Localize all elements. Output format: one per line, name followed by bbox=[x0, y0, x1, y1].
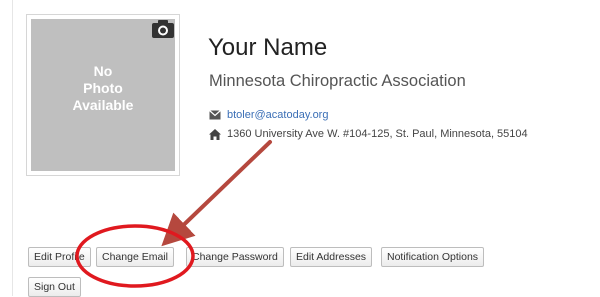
profile-name: Your Name bbox=[208, 34, 328, 61]
address-text: 1360 University Ave W. #104-125, St. Pau… bbox=[227, 128, 528, 140]
change-email-button[interactable]: Change Email bbox=[96, 247, 174, 267]
photo-placeholder: No Photo Available bbox=[31, 19, 175, 171]
profile-photo[interactable]: No Photo Available bbox=[26, 14, 180, 176]
email-row: btoler@acatoday.org bbox=[209, 108, 328, 122]
edit-addresses-button[interactable]: Edit Addresses bbox=[290, 247, 373, 267]
edit-profile-button[interactable]: Edit Profile bbox=[28, 247, 91, 267]
change-password-button[interactable]: Change Password bbox=[186, 247, 284, 267]
annotation-arrow bbox=[161, 140, 272, 247]
home-icon bbox=[209, 128, 221, 140]
no-photo-text: No Photo Available bbox=[72, 63, 134, 113]
sign-out-button[interactable]: Sign Out bbox=[28, 277, 81, 297]
camera-icon[interactable] bbox=[151, 19, 175, 39]
envelope-icon bbox=[209, 110, 221, 120]
address-row: 1360 University Ave W. #104-125, St. Pau… bbox=[209, 127, 528, 141]
notification-options-button[interactable]: Notification Options bbox=[381, 247, 485, 267]
email-link[interactable]: btoler@acatoday.org bbox=[227, 109, 328, 121]
organization-name: Minnesota Chiropractic Association bbox=[209, 72, 466, 90]
left-border bbox=[12, 0, 13, 296]
